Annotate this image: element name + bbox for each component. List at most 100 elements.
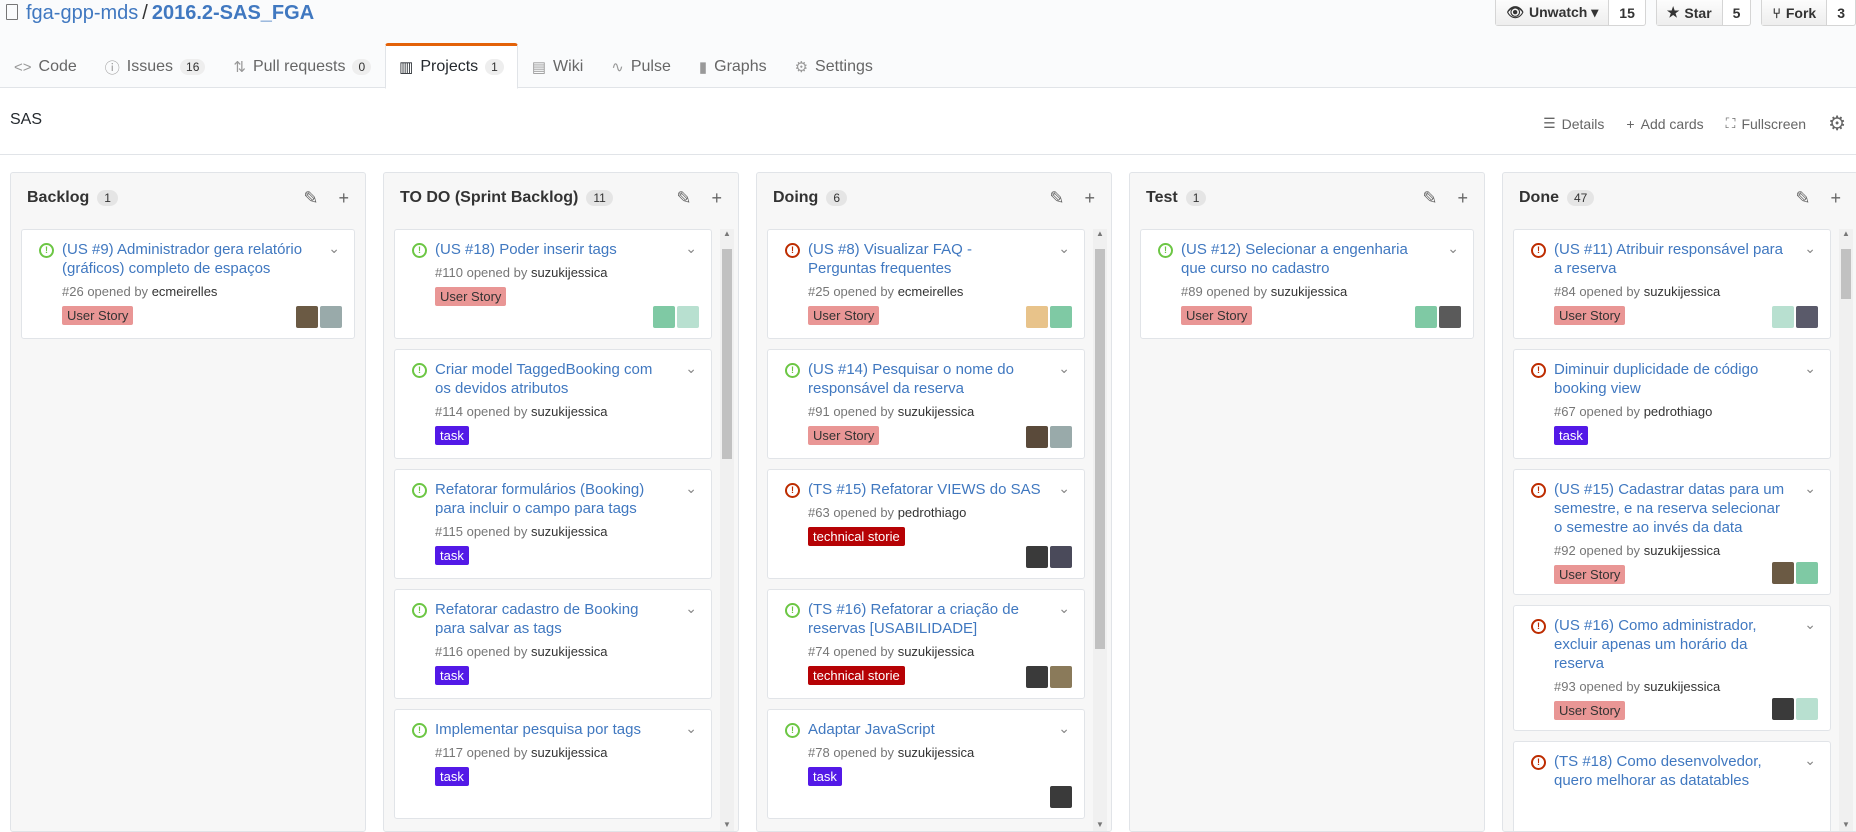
issue-card[interactable]: ! (US #16) Como administrador, excluir ap… bbox=[1513, 605, 1831, 731]
issue-label[interactable]: User Story bbox=[1554, 565, 1626, 584]
avatar[interactable] bbox=[1439, 306, 1461, 328]
issue-card[interactable]: ! (US #9) Administrador gera relatório (g… bbox=[21, 229, 355, 339]
plus-icon[interactable]: + bbox=[1830, 188, 1841, 209]
chevron-down-icon[interactable]: ⌄ bbox=[685, 360, 697, 377]
card-title-link[interactable]: (US #11) Atribuir responsável para a res… bbox=[1554, 240, 1818, 278]
chevron-down-icon[interactable]: ⌄ bbox=[1058, 240, 1070, 257]
issue-card[interactable]: ! (TS #15) Refatorar VIEWS do SAS ⌄ #63 ope… bbox=[767, 469, 1085, 579]
author-link[interactable]: suzukijessica bbox=[898, 745, 975, 760]
issue-label[interactable]: technical storie bbox=[808, 666, 905, 685]
avatar[interactable] bbox=[1050, 546, 1072, 568]
tab-graphs[interactable]: ▮ Graphs bbox=[685, 43, 781, 89]
issue-card[interactable]: ! Adaptar JavaScript ⌄ #78 opened by suzuki… bbox=[767, 709, 1085, 819]
issue-label[interactable]: task bbox=[435, 426, 469, 445]
card-title-link[interactable]: Criar model TaggedBooking com os devidos… bbox=[435, 360, 699, 398]
chevron-down-icon[interactable]: ⌄ bbox=[1058, 600, 1070, 617]
avatar[interactable] bbox=[653, 306, 675, 328]
tab-projects[interactable]: ▥ Projects 1 bbox=[385, 43, 518, 89]
author-link[interactable]: ecmeirelles bbox=[152, 284, 218, 299]
plus-icon[interactable]: + bbox=[1457, 188, 1468, 209]
tab-pulse[interactable]: ∿ Pulse bbox=[597, 43, 685, 89]
issue-card[interactable]: ! Refatorar formulários (Booking) para in… bbox=[394, 469, 712, 579]
repo-owner-link[interactable]: fga-gpp-mds bbox=[26, 2, 138, 24]
chevron-down-icon[interactable]: ⌄ bbox=[685, 240, 697, 257]
issue-label[interactable]: task bbox=[435, 767, 469, 786]
tab-code[interactable]: <> Code bbox=[0, 43, 91, 89]
issue-label[interactable]: task bbox=[1554, 426, 1588, 445]
author-link[interactable]: suzukijessica bbox=[898, 404, 975, 419]
chevron-down-icon[interactable]: ⌄ bbox=[1058, 480, 1070, 497]
pencil-icon[interactable]: ✎ bbox=[1795, 188, 1810, 209]
card-title-link[interactable]: Diminuir duplicidade de código booking v… bbox=[1554, 360, 1818, 398]
avatar[interactable] bbox=[296, 306, 318, 328]
avatar[interactable] bbox=[1796, 698, 1818, 720]
pencil-icon[interactable]: ✎ bbox=[1422, 188, 1437, 209]
avatar[interactable] bbox=[320, 306, 342, 328]
issue-label[interactable]: User Story bbox=[1181, 306, 1253, 325]
scroll-thumb[interactable] bbox=[722, 249, 732, 459]
details-button[interactable]: ☰ Details bbox=[1543, 115, 1604, 132]
scroll-down-arrow-icon[interactable]: ▼ bbox=[1093, 820, 1107, 829]
card-title-link[interactable]: Refatorar cadastro de Booking para salva… bbox=[435, 600, 699, 638]
avatar[interactable] bbox=[1772, 698, 1794, 720]
card-title-link[interactable]: (US #18) Poder inserir tags bbox=[435, 240, 699, 259]
scroll-up-arrow-icon[interactable]: ▲ bbox=[1839, 229, 1853, 238]
issue-label[interactable]: technical storie bbox=[808, 527, 905, 546]
unwatch-button[interactable]: 👁 Unwatch ▾ bbox=[1496, 0, 1610, 25]
author-link[interactable]: suzukijessica bbox=[531, 644, 608, 659]
issue-card[interactable]: ! Criar model TaggedBooking com os devido… bbox=[394, 349, 712, 459]
issue-card[interactable]: ! (US #8) Visualizar FAQ - Perguntas freq… bbox=[767, 229, 1085, 339]
author-link[interactable]: suzukijessica bbox=[531, 265, 608, 280]
card-title-link[interactable]: (US #16) Como administrador, excluir ape… bbox=[1554, 616, 1818, 673]
plus-icon[interactable]: + bbox=[1084, 188, 1095, 209]
tab-pull-requests[interactable]: ⇅ Pull requests 0 bbox=[219, 43, 385, 89]
project-settings-gear-icon[interactable]: ⚙ bbox=[1828, 111, 1846, 136]
avatar[interactable] bbox=[1796, 306, 1818, 328]
pencil-icon[interactable]: ✎ bbox=[303, 188, 318, 209]
avatar[interactable] bbox=[1050, 426, 1072, 448]
scroll-down-arrow-icon[interactable]: ▼ bbox=[720, 820, 734, 829]
author-link[interactable]: suzukijessica bbox=[1644, 284, 1721, 299]
avatar[interactable] bbox=[1772, 306, 1794, 328]
chevron-down-icon[interactable]: ⌄ bbox=[685, 600, 697, 617]
scroll-thumb[interactable] bbox=[1095, 249, 1105, 649]
avatar[interactable] bbox=[1026, 666, 1048, 688]
plus-icon[interactable]: + bbox=[711, 188, 722, 209]
issue-label[interactable]: User Story bbox=[435, 287, 507, 306]
chevron-down-icon[interactable]: ⌄ bbox=[1447, 240, 1459, 257]
column-scrollbar[interactable]: ▲ ▼ bbox=[720, 229, 734, 831]
author-link[interactable]: suzukijessica bbox=[531, 524, 608, 539]
author-link[interactable]: suzukijessica bbox=[531, 745, 608, 760]
card-title-link[interactable]: (US #14) Pesquisar o nome do responsável… bbox=[808, 360, 1072, 398]
card-title-link[interactable]: (US #9) Administrador gera relatório (gr… bbox=[62, 240, 342, 278]
chevron-down-icon[interactable]: ⌄ bbox=[1804, 240, 1816, 257]
issue-label[interactable]: task bbox=[435, 546, 469, 565]
card-title-link[interactable]: Refatorar formulários (Booking) para inc… bbox=[435, 480, 699, 518]
chevron-down-icon[interactable]: ⌄ bbox=[685, 480, 697, 497]
author-link[interactable]: pedrothiago bbox=[898, 505, 967, 520]
avatar[interactable] bbox=[1050, 786, 1072, 808]
scroll-up-arrow-icon[interactable]: ▲ bbox=[1093, 229, 1107, 238]
scroll-down-arrow-icon[interactable]: ▼ bbox=[1839, 820, 1853, 829]
card-title-link[interactable]: (US #12) Selecionar a engenharia que cur… bbox=[1181, 240, 1461, 278]
issue-card[interactable]: ! Diminuir duplicidade de código booking … bbox=[1513, 349, 1831, 459]
card-title-link[interactable]: (US #15) Cadastrar datas para um semestr… bbox=[1554, 480, 1818, 537]
card-title-link[interactable]: (TS #16) Refatorar a criação de reservas… bbox=[808, 600, 1072, 638]
card-title-link[interactable]: Implementar pesquisa por tags bbox=[435, 720, 699, 739]
card-title-link[interactable]: Adaptar JavaScript bbox=[808, 720, 1072, 739]
issue-card[interactable]: ! (TS #18) Como desenvolvedor, quero melh… bbox=[1513, 741, 1831, 831]
avatar[interactable] bbox=[1026, 306, 1048, 328]
chevron-down-icon[interactable]: ⌄ bbox=[1058, 720, 1070, 737]
chevron-down-icon[interactable]: ⌄ bbox=[1804, 360, 1816, 377]
fullscreen-button[interactable]: ⛶ Fullscreen bbox=[1726, 115, 1806, 132]
author-link[interactable]: suzukijessica bbox=[1644, 679, 1721, 694]
avatar[interactable] bbox=[1050, 666, 1072, 688]
avatar[interactable] bbox=[1415, 306, 1437, 328]
author-link[interactable]: suzukijessica bbox=[898, 644, 975, 659]
issue-card[interactable]: ! (US #12) Selecionar a engenharia que cu… bbox=[1140, 229, 1474, 339]
card-title-link[interactable]: (US #8) Visualizar FAQ - Perguntas frequ… bbox=[808, 240, 1072, 278]
chevron-down-icon[interactable]: ⌄ bbox=[1804, 752, 1816, 769]
issue-card[interactable]: ! (US #14) Pesquisar o nome do responsáve… bbox=[767, 349, 1085, 459]
author-link[interactable]: suzukijessica bbox=[1271, 284, 1348, 299]
avatar[interactable] bbox=[677, 306, 699, 328]
